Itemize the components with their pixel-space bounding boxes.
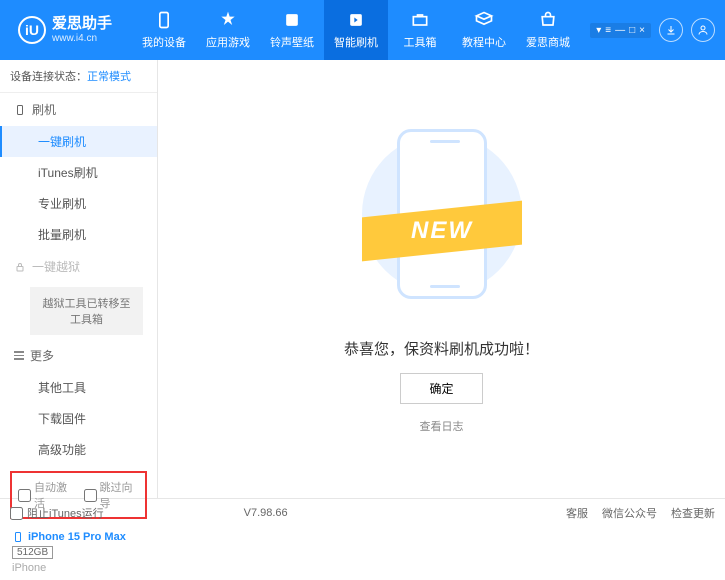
- app-url: www.i4.cn: [52, 33, 112, 44]
- footer-wechat[interactable]: 微信公众号: [602, 505, 657, 521]
- device-info: iPhone 15 Pro Max 512GB iPhone: [0, 525, 157, 580]
- section-more[interactable]: 更多: [0, 339, 157, 372]
- connection-status: 设备连接状态：正常模式: [0, 60, 157, 93]
- jailbreak-notice: 越狱工具已转移至工具箱: [30, 287, 143, 335]
- download-button[interactable]: [659, 18, 683, 42]
- logo-icon: iU: [18, 16, 46, 44]
- nav-apps-games[interactable]: 应用游戏: [196, 0, 260, 60]
- sidebar-one-click-flash[interactable]: 一键刷机: [0, 126, 157, 157]
- sidebar-batch-flash[interactable]: 批量刷机: [0, 219, 157, 250]
- success-message: 恭喜您，保资料刷机成功啦！: [344, 338, 539, 359]
- nav-smart-flash[interactable]: 智能刷机: [324, 0, 388, 60]
- success-illustration: NEW: [362, 124, 522, 324]
- dropdown-icon[interactable]: ▾: [596, 25, 601, 36]
- main-content: NEW 恭喜您，保资料刷机成功啦！ 确定 查看日志: [158, 60, 725, 498]
- sidebar-pro-flash[interactable]: 专业刷机: [0, 188, 157, 219]
- app-logo: iU 爱思助手 www.i4.cn: [10, 16, 120, 44]
- block-itunes-checkbox[interactable]: 阻止iTunes运行: [10, 505, 104, 521]
- titlebar: iU 爱思助手 www.i4.cn 我的设备 应用游戏 铃声壁纸 智能刷机 工具…: [0, 0, 725, 60]
- nav-store[interactable]: 爱思商城: [516, 0, 580, 60]
- sidebar-advanced[interactable]: 高级功能: [0, 434, 157, 465]
- new-ribbon: NEW: [411, 217, 473, 245]
- nav-toolbox[interactable]: 工具箱: [388, 0, 452, 60]
- nav-my-device[interactable]: 我的设备: [132, 0, 196, 60]
- view-log-link[interactable]: 查看日志: [420, 418, 464, 434]
- sidebar: 设备连接状态：正常模式 刷机 一键刷机 iTunes刷机 专业刷机 批量刷机 一…: [0, 60, 158, 498]
- maximize-icon[interactable]: □: [629, 25, 635, 36]
- close-icon[interactable]: ×: [639, 25, 645, 36]
- section-flash[interactable]: 刷机: [0, 93, 157, 126]
- ok-button[interactable]: 确定: [400, 373, 482, 404]
- sidebar-itunes-flash[interactable]: iTunes刷机: [0, 157, 157, 188]
- app-name: 爱思助手: [52, 16, 112, 33]
- device-storage: 512GB: [12, 546, 53, 559]
- main-nav: 我的设备 应用游戏 铃声壁纸 智能刷机 工具箱 教程中心 爱思商城: [132, 0, 580, 60]
- device-name[interactable]: iPhone 15 Pro Max: [12, 531, 145, 543]
- footer-check-update[interactable]: 检查更新: [671, 505, 715, 521]
- minimize-icon[interactable]: —: [615, 25, 625, 36]
- footer-support[interactable]: 客服: [566, 505, 588, 521]
- nav-tutorials[interactable]: 教程中心: [452, 0, 516, 60]
- nav-ringtone-wallpaper[interactable]: 铃声壁纸: [260, 0, 324, 60]
- hamburger-icon: [14, 351, 24, 360]
- tools-icon[interactable]: ≡: [605, 25, 611, 36]
- section-jailbreak: 一键越狱: [0, 250, 157, 283]
- window-controls: ▾ ≡ — □ ×: [590, 23, 651, 38]
- sidebar-other-tools[interactable]: 其他工具: [0, 372, 157, 403]
- sidebar-download-firmware[interactable]: 下载固件: [0, 403, 157, 434]
- version-label: V7.98.66: [244, 507, 288, 519]
- device-type: iPhone: [12, 562, 145, 574]
- user-button[interactable]: [691, 18, 715, 42]
